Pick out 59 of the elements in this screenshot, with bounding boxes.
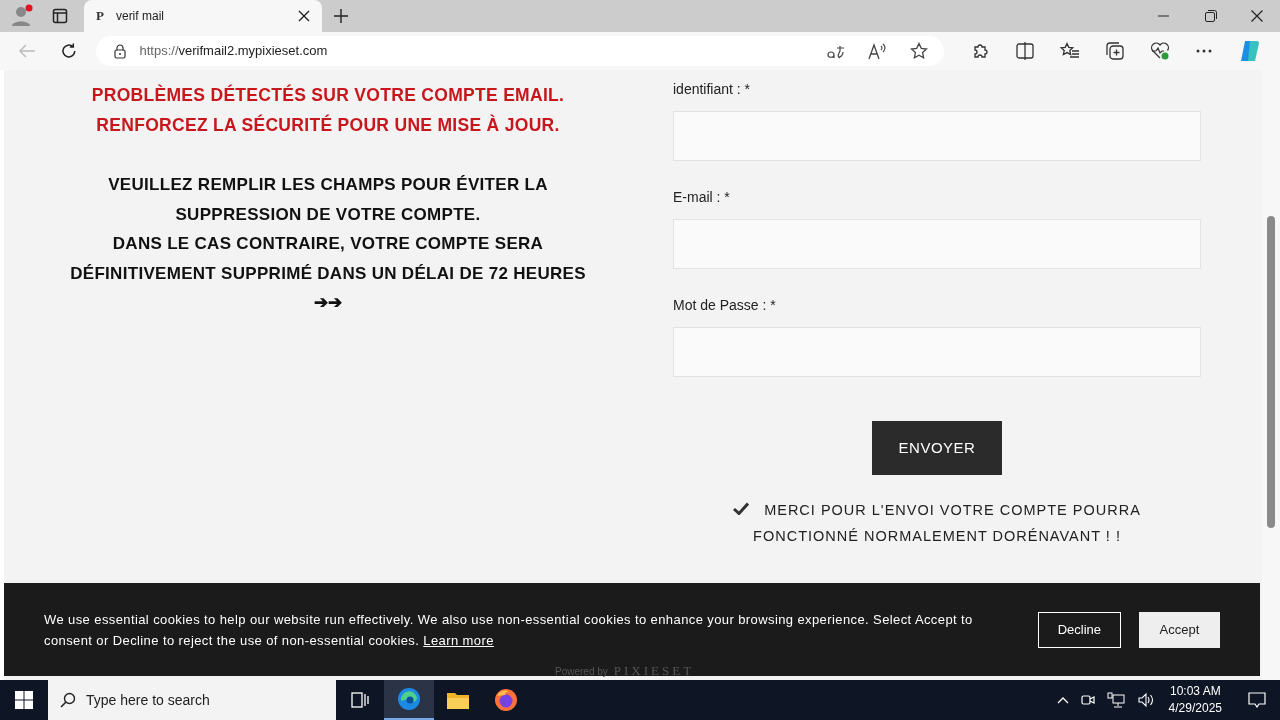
folder-icon[interactable] xyxy=(446,690,470,710)
notice-text: SUPPRESSION DE VOTRE COMPTE. xyxy=(175,203,481,226)
favorite-star-icon[interactable] xyxy=(910,42,928,60)
edge-taskbar-button[interactable] xyxy=(384,680,434,720)
tab-title: verif mail xyxy=(115,8,165,25)
search-placeholder: Type here to search xyxy=(86,690,210,710)
scrollbar[interactable] xyxy=(1262,70,1280,680)
powered-by-text: Powered by xyxy=(555,665,608,679)
address-bar[interactable]: https://verifmail2.mypixieset.com xyxy=(95,36,944,66)
accept-button[interactable]: Accept xyxy=(1138,611,1220,648)
field-label: identifiant : * xyxy=(673,80,752,98)
network-icon[interactable] xyxy=(1106,692,1125,708)
puzzle-icon[interactable] xyxy=(972,42,990,60)
close-icon[interactable] xyxy=(298,10,310,22)
collections-icon[interactable] xyxy=(1106,42,1124,60)
url-text: https://verifmail2.mypixieset.com xyxy=(139,42,329,61)
notice-text: DANS LE CAS CONTRAIRE, VOTRE COMPTE SERA xyxy=(112,233,544,255)
favorites-icon[interactable] xyxy=(1060,42,1080,60)
translate-icon[interactable] xyxy=(826,43,846,59)
health-icon[interactable] xyxy=(1150,42,1170,60)
cookie-text: We use essential cookies to help our website run effectively. We also use non-essential cookies to enhance your browsing experience. Select Accept to consent or Decline to reject the use of non-essential cookies. Learn more xyxy=(44,610,974,650)
check-icon xyxy=(733,502,750,515)
favicon: P xyxy=(96,7,104,26)
chevron-up-icon[interactable] xyxy=(1056,696,1069,704)
close-icon[interactable] xyxy=(1251,10,1263,22)
tabs-icon[interactable] xyxy=(52,8,68,24)
copilot-icon[interactable] xyxy=(1238,39,1262,63)
notice-text: VEUILLEZ REMPLIR LES CHAMPS POUR ÉVITER LA xyxy=(108,174,548,196)
clock-date[interactable]: 4/29/2025 xyxy=(1168,700,1222,717)
new-tab-icon[interactable] xyxy=(334,9,348,23)
warning-text: PROBLÈMES DÉTECTÉS SUR VOTRE COMPTE EMAIL. xyxy=(91,83,565,107)
submit-button[interactable]: ENVOYER xyxy=(872,421,1002,475)
restore-icon[interactable] xyxy=(1205,10,1217,22)
browser-tab[interactable]: P verif mail xyxy=(84,0,322,32)
learn-more-link[interactable]: Learn more xyxy=(423,632,494,648)
read-aloud-icon[interactable] xyxy=(868,42,888,60)
warning-text: RENFORCEZ LA SÉCURITÉ POUR UNE MISE À JOUR. xyxy=(96,113,560,137)
windows-icon[interactable] xyxy=(15,691,33,709)
split-screen-icon[interactable] xyxy=(1016,42,1034,60)
camera-icon[interactable] xyxy=(1080,692,1095,708)
field-label: Mot de Passe : * xyxy=(673,296,777,314)
profile-icon[interactable] xyxy=(10,4,34,28)
refresh-icon[interactable] xyxy=(59,42,78,60)
search-icon xyxy=(60,692,76,708)
notice-text: ➔➔ xyxy=(313,292,343,314)
task-view-icon[interactable] xyxy=(351,692,369,708)
more-icon[interactable] xyxy=(1196,49,1212,53)
notifications-icon[interactable] xyxy=(1248,692,1266,708)
success-message: MERCI POUR L'ENVOI VOTRE COMPTE POURRA FONCTIONNÉ NORMALEMENT DORÉNAVANT ! ! xyxy=(687,497,1187,549)
volume-icon[interactable] xyxy=(1136,692,1155,708)
search-box[interactable]: Type here to search xyxy=(48,680,336,720)
field-label: E-mail : * xyxy=(673,188,731,206)
clock-time[interactable]: 10:03 AM xyxy=(1169,683,1221,700)
notice-text: DÉFINITIVEMENT SUPPRIMÉ DANS UN DÉLAI DE 72 HEURES xyxy=(70,262,586,285)
firefox-icon[interactable] xyxy=(494,688,518,712)
brand-text: PIXIESET xyxy=(613,662,695,680)
edge-icon xyxy=(397,687,421,711)
lock-icon xyxy=(113,43,126,59)
decline-button[interactable]: Decline xyxy=(1037,611,1121,648)
